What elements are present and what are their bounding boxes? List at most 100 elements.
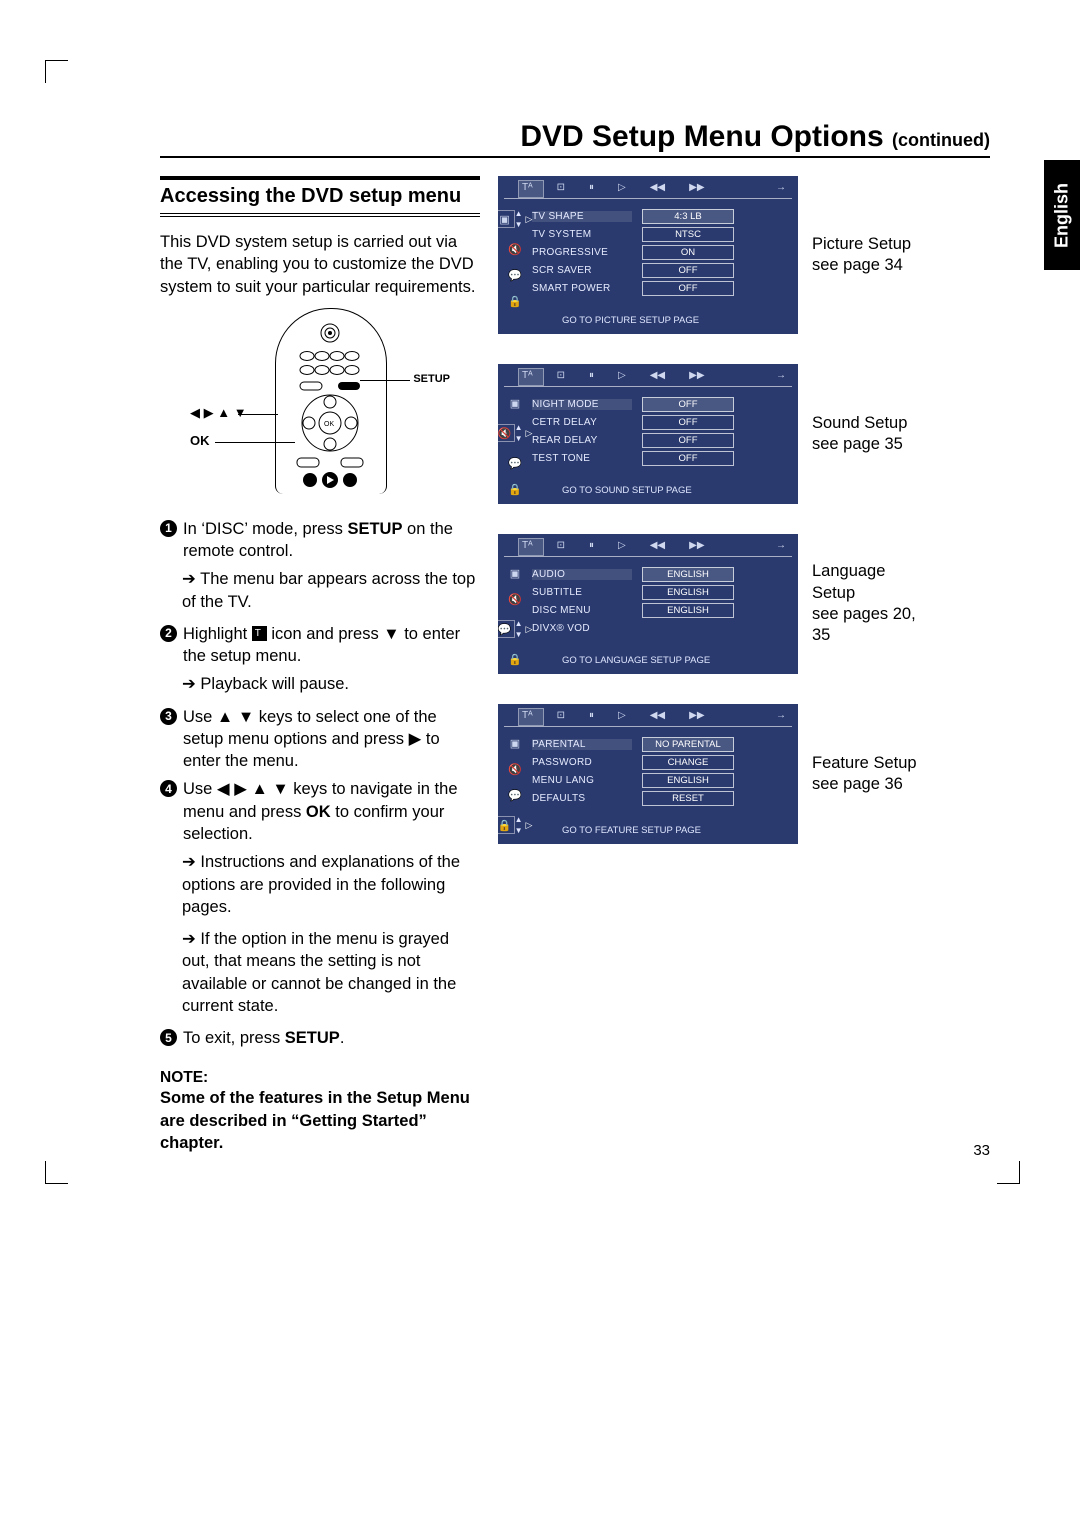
osd-footer: GO TO PICTURE SETUP PAGE (562, 315, 792, 326)
osd-caption-language: Language Setupsee pages 20, 35 (812, 561, 927, 647)
osd-side-icon: 🔇 (508, 243, 522, 255)
osd-row: TV SYSTEM NTSC (532, 225, 792, 243)
section-heading: Accessing the DVD setup menu (160, 176, 480, 217)
osd-row: MENU LANG ENGLISH (532, 771, 792, 789)
osd-side-icon: 🔇 (508, 593, 522, 605)
osd-row-value: OFF (642, 397, 734, 412)
osd-row-value: OFF (642, 433, 734, 448)
osd-row: DISC MENU ENGLISH (532, 601, 792, 619)
step-1: 1In ‘DISC’ mode, press SETUP on the remo… (160, 518, 480, 563)
osd-row-label: NIGHT MODE (532, 399, 632, 410)
osd-side-icon: 🔇 (498, 427, 512, 439)
osd-row-label: DIVX® VOD (532, 623, 632, 634)
osd-row: AUDIO ENGLISH (532, 565, 792, 583)
osd-row-label: TV SYSTEM (532, 229, 632, 240)
osd-side-icon: 💬 (508, 789, 522, 801)
osd-row-value: NTSC (642, 227, 734, 242)
note-heading: NOTE: (160, 1069, 480, 1087)
osd-row-label: PARENTAL (532, 739, 632, 750)
osd-row: PASSWORD CHANGE (532, 753, 792, 771)
osd-row-value: ENGLISH (642, 567, 734, 582)
osd-side-icon: ▣ (498, 213, 512, 225)
step-1-sub: The menu bar appears across the top of t… (182, 568, 480, 613)
osd-side-icon: ▣ (508, 737, 522, 749)
remote-setup-label: SETUP (413, 373, 450, 385)
osd-caption-feature: Feature Setupsee page 36 (812, 753, 927, 796)
osd-row-label: CETR DELAY (532, 417, 632, 428)
osd-row-label: DEFAULTS (532, 793, 632, 804)
osd-row-label: PROGRESSIVE (532, 247, 632, 258)
osd-row-value: OFF (642, 281, 734, 296)
osd-footer: GO TO SOUND SETUP PAGE (562, 485, 792, 496)
osd-side-icon: 🔒 (498, 819, 512, 831)
osd-row: SCR SAVER OFF (532, 261, 792, 279)
osd-row-value: ON (642, 245, 734, 260)
osd-side-icon: 🔒 (508, 295, 522, 307)
step-2-sub: Playback will pause. (182, 673, 480, 695)
language-tab: English (1044, 160, 1080, 270)
osd-row: SMART POWER OFF (532, 279, 792, 297)
osd-row-value: NO PARENTAL (642, 737, 734, 752)
osd-caption-picture: Picture Setupsee page 34 (812, 234, 927, 277)
osd-feature: Tᴬ⊡⏸▷◀◀▶▶→ ▣ 🔇 💬 🔒 ▲▼▷ PARENTAL NO PAREN… (498, 704, 798, 844)
step-3: 3Use ▲ ▼ keys to select one of the setup… (160, 706, 480, 773)
osd-picture: Tᴬ⊡⏸▷◀◀▶▶→ ▣ ▲▼▷ 🔇 💬 🔒 TV SHAPE 4:3 LB T… (498, 176, 798, 334)
osd-side-icon: ▣ (508, 397, 522, 409)
osd-side-icon: 💬 (508, 457, 522, 469)
osd-row: SUBTITLE ENGLISH (532, 583, 792, 601)
osd-language: Tᴬ⊡⏸▷◀◀▶▶→ ▣ 🔇 💬 ▲▼▷ 🔒 AUDIO ENGLISH SUB… (498, 534, 798, 674)
osd-row: PARENTAL NO PARENTAL (532, 735, 792, 753)
osd-row: DIVX® VOD (532, 619, 792, 637)
osd-side-icon: 🔇 (508, 763, 522, 775)
osd-row-label: TV SHAPE (532, 211, 632, 222)
setup-menu-icon (252, 626, 267, 641)
osd-row-label: DISC MENU (532, 605, 632, 616)
osd-row-value: OFF (642, 451, 734, 466)
remote-ok-label: OK (190, 433, 210, 448)
osd-side-icon: 💬 (498, 623, 512, 635)
osd-row: PROGRESSIVE ON (532, 243, 792, 261)
page-title: DVD Setup Menu Options (continued) (160, 120, 990, 158)
osd-row-label: REAR DELAY (532, 435, 632, 446)
osd-row-label: PASSWORD (532, 757, 632, 768)
step-5: 5To exit, press SETUP. (160, 1027, 480, 1049)
osd-side-icon: ▣ (508, 567, 522, 579)
osd-row-value: OFF (642, 415, 734, 430)
osd-footer: GO TO LANGUAGE SETUP PAGE (562, 655, 792, 666)
osd-row: CETR DELAY OFF (532, 413, 792, 431)
osd-row-value: CHANGE (642, 755, 734, 770)
osd-footer: GO TO FEATURE SETUP PAGE (562, 825, 792, 836)
osd-row-value: ENGLISH (642, 773, 734, 788)
osd-row-value: OFF (642, 263, 734, 278)
osd-row-label: AUDIO (532, 569, 632, 580)
osd-caption-sound: Sound Setupsee page 35 (812, 413, 927, 456)
remote-arrows-label: ◀ ▶ ▲ ▼ (190, 405, 247, 421)
osd-sound: Tᴬ⊡⏸▷◀◀▶▶→ ▣ 🔇 ▲▼▷ 💬 🔒 NIGHT MODE OFF CE… (498, 364, 798, 504)
osd-side-icon: 🔒 (508, 653, 522, 665)
svg-text:OK: OK (324, 421, 334, 428)
note-body: Some of the features in the Setup Menu a… (160, 1087, 480, 1154)
osd-row: NIGHT MODE OFF (532, 395, 792, 413)
intro-text: This DVD system setup is carried out via… (160, 231, 480, 298)
step-2: 2Highlight icon and press ▼ to enter the… (160, 623, 480, 668)
step-4: 4Use ◀ ▶ ▲ ▼ keys to navigate in the men… (160, 778, 480, 845)
osd-row: DEFAULTS RESET (532, 789, 792, 807)
osd-row-value: 4:3 LB (642, 209, 734, 224)
osd-row-label: SMART POWER (532, 283, 632, 294)
osd-row: REAR DELAY OFF (532, 431, 792, 449)
step-4-sub-b: If the option in the menu is grayed out,… (182, 928, 480, 1017)
remote-illustration: OK SETUP ◀ ▶ ▲ ▼ OK (190, 308, 450, 498)
osd-row-label: SCR SAVER (532, 265, 632, 276)
osd-row-value: ENGLISH (642, 603, 734, 618)
osd-row-label: MENU LANG (532, 775, 632, 786)
osd-row-label: SUBTITLE (532, 587, 632, 598)
osd-side-icon: 💬 (508, 269, 522, 281)
osd-row-value: ENGLISH (642, 585, 734, 600)
osd-row: TEST TONE OFF (532, 449, 792, 467)
osd-row: TV SHAPE 4:3 LB (532, 207, 792, 225)
osd-side-icon: 🔒 (508, 483, 522, 495)
osd-row-label: TEST TONE (532, 453, 632, 464)
step-4-sub-a: Instructions and explanations of the opt… (182, 851, 480, 918)
page-number: 33 (973, 1142, 990, 1159)
osd-row-value: RESET (642, 791, 734, 806)
